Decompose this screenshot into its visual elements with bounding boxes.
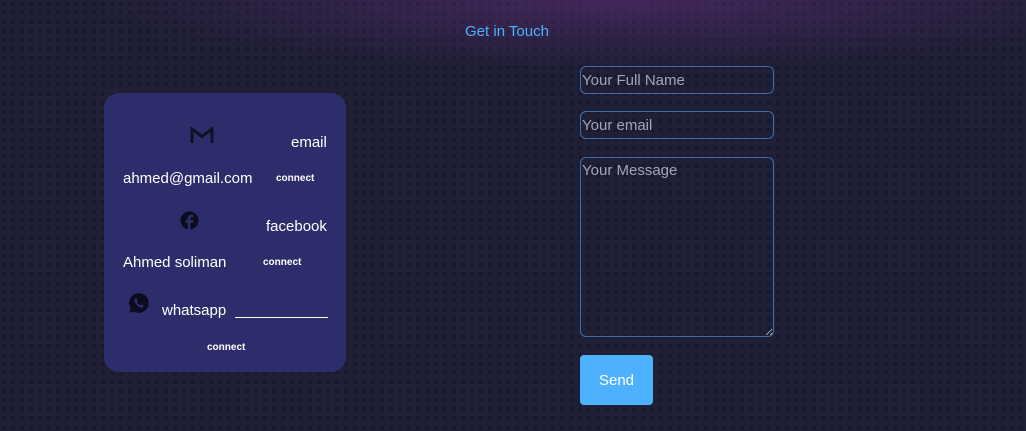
email-label: email <box>291 134 327 151</box>
email-address: ahmed@gmail.com <box>123 170 253 187</box>
full-name-input[interactable] <box>580 66 774 94</box>
whatsapp-icon <box>128 292 150 314</box>
send-button[interactable]: Send <box>580 355 653 405</box>
facebook-connect-link[interactable]: connect <box>263 257 301 268</box>
contact-info-card: email ahmed@gmail.com connect facebook A… <box>104 93 346 372</box>
email-input[interactable] <box>580 111 774 139</box>
whatsapp-number-line <box>235 304 328 318</box>
whatsapp-connect-link[interactable]: connect <box>207 342 245 353</box>
facebook-icon <box>180 211 199 230</box>
email-connect-link[interactable]: connect <box>276 173 314 184</box>
facebook-label: facebook <box>266 218 327 235</box>
page-title: Get in Touch <box>465 23 549 40</box>
message-textarea[interactable] <box>580 157 774 337</box>
gmail-icon <box>190 127 214 144</box>
facebook-name: Ahmed soliman <box>123 254 227 271</box>
whatsapp-label: whatsapp <box>162 302 227 319</box>
